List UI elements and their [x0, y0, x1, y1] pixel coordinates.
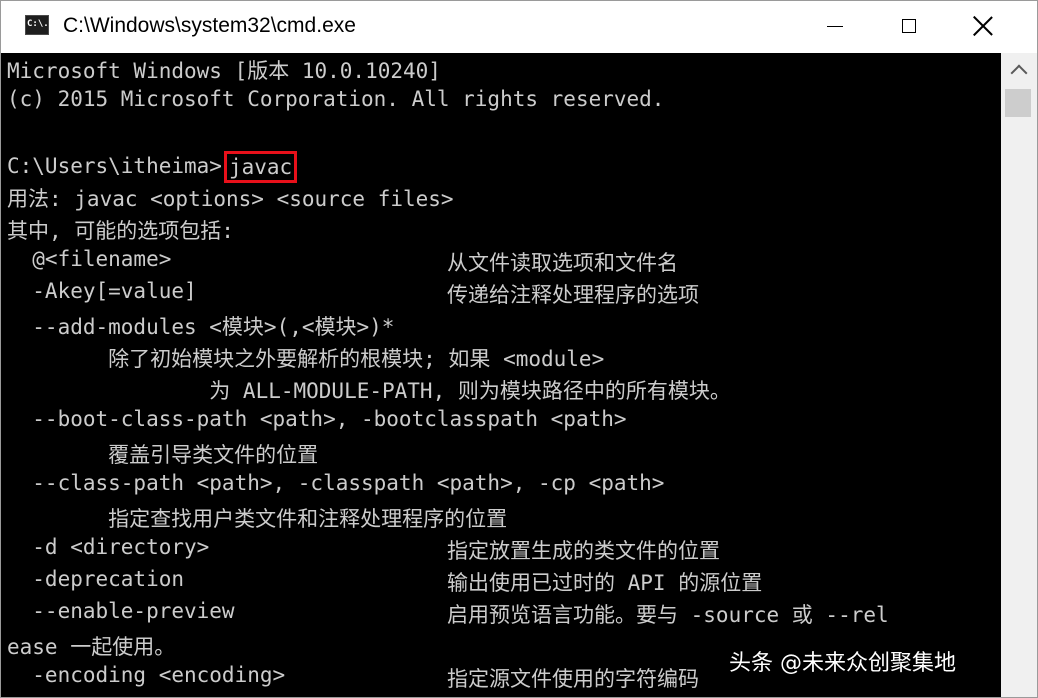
- highlighted-command: javac: [223, 151, 298, 183]
- cmd-icon-label: C:\.: [27, 19, 49, 29]
- option-line: --add-modules <模块>(,<模块>)*: [7, 315, 395, 339]
- close-button[interactable]: [946, 1, 1020, 51]
- header-line-2: (c) 2015 Microsoft Corporation. All righ…: [7, 87, 665, 111]
- option-continuation-line: 为 ALL-MODULE-PATH, 则为模块路径中的所有模块。: [7, 379, 731, 403]
- chevron-up-icon: [1010, 64, 1028, 82]
- maximize-icon: [902, 19, 916, 33]
- option-line: @<filename>: [7, 247, 172, 271]
- scrollbar-thumb[interactable]: [1005, 89, 1031, 117]
- option-line: -deprecation: [7, 567, 185, 591]
- option-description: 指定源文件使用的字符编码: [447, 667, 699, 691]
- cmd-icon[interactable]: C:\.: [25, 15, 49, 35]
- maximize-button[interactable]: [872, 1, 946, 51]
- close-icon: [973, 16, 993, 36]
- option-line: --class-path <path>, -classpath <path>, …: [7, 471, 665, 495]
- option-description: 从文件读取选项和文件名: [447, 251, 678, 275]
- option-description: 输出使用已过时的 API 的源位置: [447, 571, 763, 595]
- header-line-1: Microsoft Windows [版本 10.0.10240]: [7, 59, 441, 83]
- watermark-text: 头条 @未来众创聚集地: [729, 651, 956, 676]
- window-title: C:\Windows\system32\cmd.exe: [63, 14, 356, 37]
- minimize-button[interactable]: [798, 1, 872, 51]
- title-bar[interactable]: C:\. C:\Windows\system32\cmd.exe: [1, 1, 1037, 53]
- prompt-text: C:\Users\itheima>: [7, 154, 222, 178]
- option-line: --enable-preview: [7, 599, 235, 623]
- option-line: --boot-class-path <path>, -bootclasspath…: [7, 407, 627, 431]
- option-line: -d <directory>: [7, 535, 210, 559]
- option-description: 启用预览语言功能。要与 -source 或 --rel: [447, 603, 889, 627]
- minimize-icon: [827, 25, 843, 27]
- usage-line: 用法: javac <options> <source files>: [7, 187, 454, 211]
- vertical-scrollbar[interactable]: [1001, 53, 1037, 697]
- option-continuation-line: 指定查找用户类文件和注释处理程序的位置: [7, 507, 508, 531]
- option-description: 指定放置生成的类文件的位置: [447, 539, 720, 563]
- cmd-window: C:\. C:\Windows\system32\cmd.exe Microso…: [0, 0, 1038, 698]
- scroll-up-button[interactable]: [1001, 53, 1037, 87]
- option-continuation-line: ease 一起使用。: [7, 635, 176, 659]
- option-continuation-line: 除了初始模块之外要解析的根模块; 如果 <module>: [7, 347, 605, 371]
- option-continuation-line: 覆盖引导类文件的位置: [7, 443, 319, 467]
- console-output[interactable]: Microsoft Windows [版本 10.0.10240] (c) 20…: [1, 53, 1001, 697]
- option-description: 传递给注释处理程序的选项: [447, 283, 699, 307]
- option-line: -Akey[=value]: [7, 279, 197, 303]
- prompt-line: C:\Users\itheima> javac: [7, 151, 298, 183]
- option-line: -encoding <encoding>: [7, 663, 286, 687]
- options-intro-line: 其中, 可能的选项包括:: [7, 219, 234, 243]
